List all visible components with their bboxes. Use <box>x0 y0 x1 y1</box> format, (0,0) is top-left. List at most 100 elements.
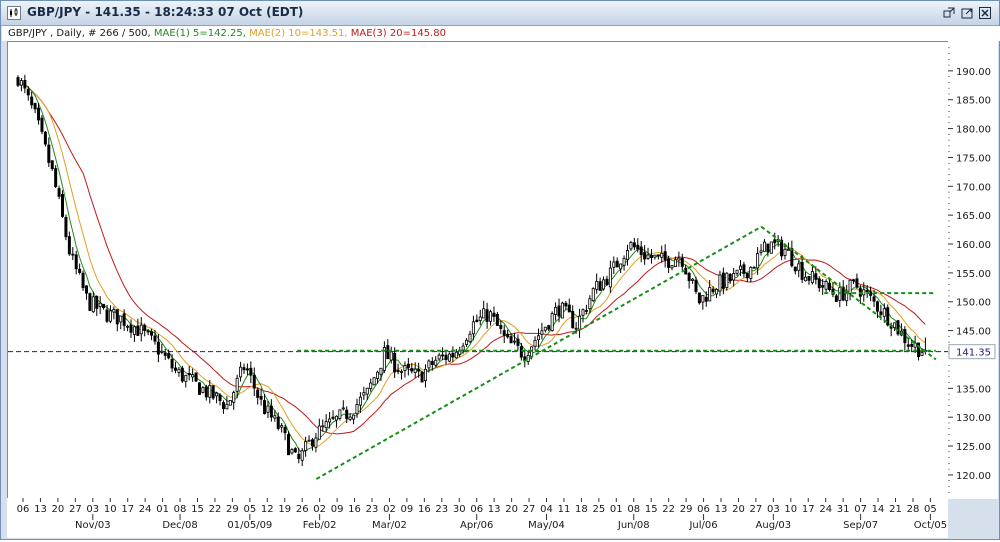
candle-body <box>893 322 897 329</box>
candle-body <box>619 263 623 270</box>
maximize-icon[interactable] <box>959 5 975 21</box>
title-bar[interactable]: GBP/JPY - 141.35 - 18:24:33 07 Oct (EDT) <box>1 1 999 26</box>
candle <box>732 267 736 287</box>
close-icon[interactable] <box>977 5 993 21</box>
candle-body <box>204 386 208 398</box>
candle <box>102 303 106 310</box>
candle <box>386 339 390 360</box>
candle-body <box>687 272 691 282</box>
x-month-label: 01/05/09 <box>227 520 272 531</box>
candle-body <box>882 308 886 317</box>
candle <box>560 301 564 319</box>
candle-body <box>441 354 445 357</box>
candle-body <box>84 285 88 294</box>
candle <box>280 422 284 433</box>
candle-body <box>910 344 914 347</box>
candle-body <box>478 316 482 321</box>
candle-body <box>756 253 760 269</box>
candle-body <box>639 246 643 256</box>
candle <box>485 302 489 329</box>
price-chart[interactable] <box>8 42 948 498</box>
candle-body <box>728 273 732 282</box>
candle-body <box>591 288 595 302</box>
candle-body <box>287 434 291 456</box>
candle-body <box>338 409 342 419</box>
candle-body <box>571 311 575 329</box>
candle <box>615 257 619 268</box>
candle-body <box>417 368 421 372</box>
x-day-label: 10 <box>784 504 797 515</box>
candle <box>896 319 900 336</box>
x-month-label: Oct/05 <box>914 520 947 531</box>
candle-body <box>602 279 606 290</box>
candle <box>400 369 404 380</box>
candle-body <box>57 188 61 197</box>
candle-body <box>804 276 808 282</box>
candle <box>16 75 20 87</box>
candle-body <box>495 313 499 326</box>
candle <box>307 435 311 442</box>
candle-body <box>581 309 585 316</box>
candle-body <box>324 421 328 429</box>
candle <box>249 361 253 384</box>
candle <box>197 382 201 395</box>
candle <box>762 239 766 252</box>
candle-body <box>174 367 178 371</box>
candle-body <box>47 144 51 163</box>
candle <box>598 277 602 291</box>
candle-body <box>345 409 349 419</box>
candle <box>19 77 23 92</box>
candle <box>108 305 112 324</box>
y-tick-label: 145.00 <box>956 327 991 338</box>
x-day-label: 27 <box>523 504 536 515</box>
candle <box>71 247 75 261</box>
candle-body <box>475 319 479 322</box>
candle-body <box>105 309 109 322</box>
candle-body <box>797 263 801 271</box>
candle <box>653 254 657 260</box>
candle <box>845 284 849 307</box>
candle-body <box>259 395 263 400</box>
candle <box>174 361 178 374</box>
candle-body <box>766 243 770 253</box>
candle <box>513 333 517 345</box>
candle-body <box>451 353 455 358</box>
candle <box>608 260 612 293</box>
candle-body <box>54 168 58 187</box>
candle <box>742 261 746 278</box>
x-day-label: 04 <box>540 504 553 515</box>
candle <box>550 311 554 332</box>
candle-body <box>749 266 753 279</box>
candle-body <box>30 96 34 106</box>
restore-icon[interactable] <box>941 5 957 21</box>
candle-body <box>708 287 712 302</box>
plot-area[interactable] <box>7 41 949 499</box>
candle-body <box>875 301 879 312</box>
candle <box>187 366 191 381</box>
candle <box>338 409 342 421</box>
x-month-label: Mar/02 <box>372 520 407 531</box>
candle-body <box>629 241 633 250</box>
candle-body <box>704 296 708 302</box>
candle <box>619 263 623 274</box>
candle <box>232 390 236 410</box>
candle <box>906 338 910 350</box>
candle <box>725 272 729 291</box>
candle <box>502 324 506 344</box>
candle <box>697 292 701 305</box>
candle <box>807 275 811 285</box>
candle-body <box>434 359 438 366</box>
candle-body <box>547 325 551 330</box>
candle-body <box>300 450 304 461</box>
x-day-label: 23 <box>366 504 379 515</box>
candle <box>886 304 890 327</box>
candle <box>567 298 571 313</box>
candle <box>540 322 544 340</box>
x-month-label: Dec/08 <box>162 520 197 531</box>
candle-body <box>536 335 540 341</box>
candle-body <box>903 329 907 344</box>
candle <box>663 244 667 268</box>
candle <box>465 338 469 347</box>
candle <box>64 214 68 241</box>
x-day-label: 18 <box>575 504 588 515</box>
